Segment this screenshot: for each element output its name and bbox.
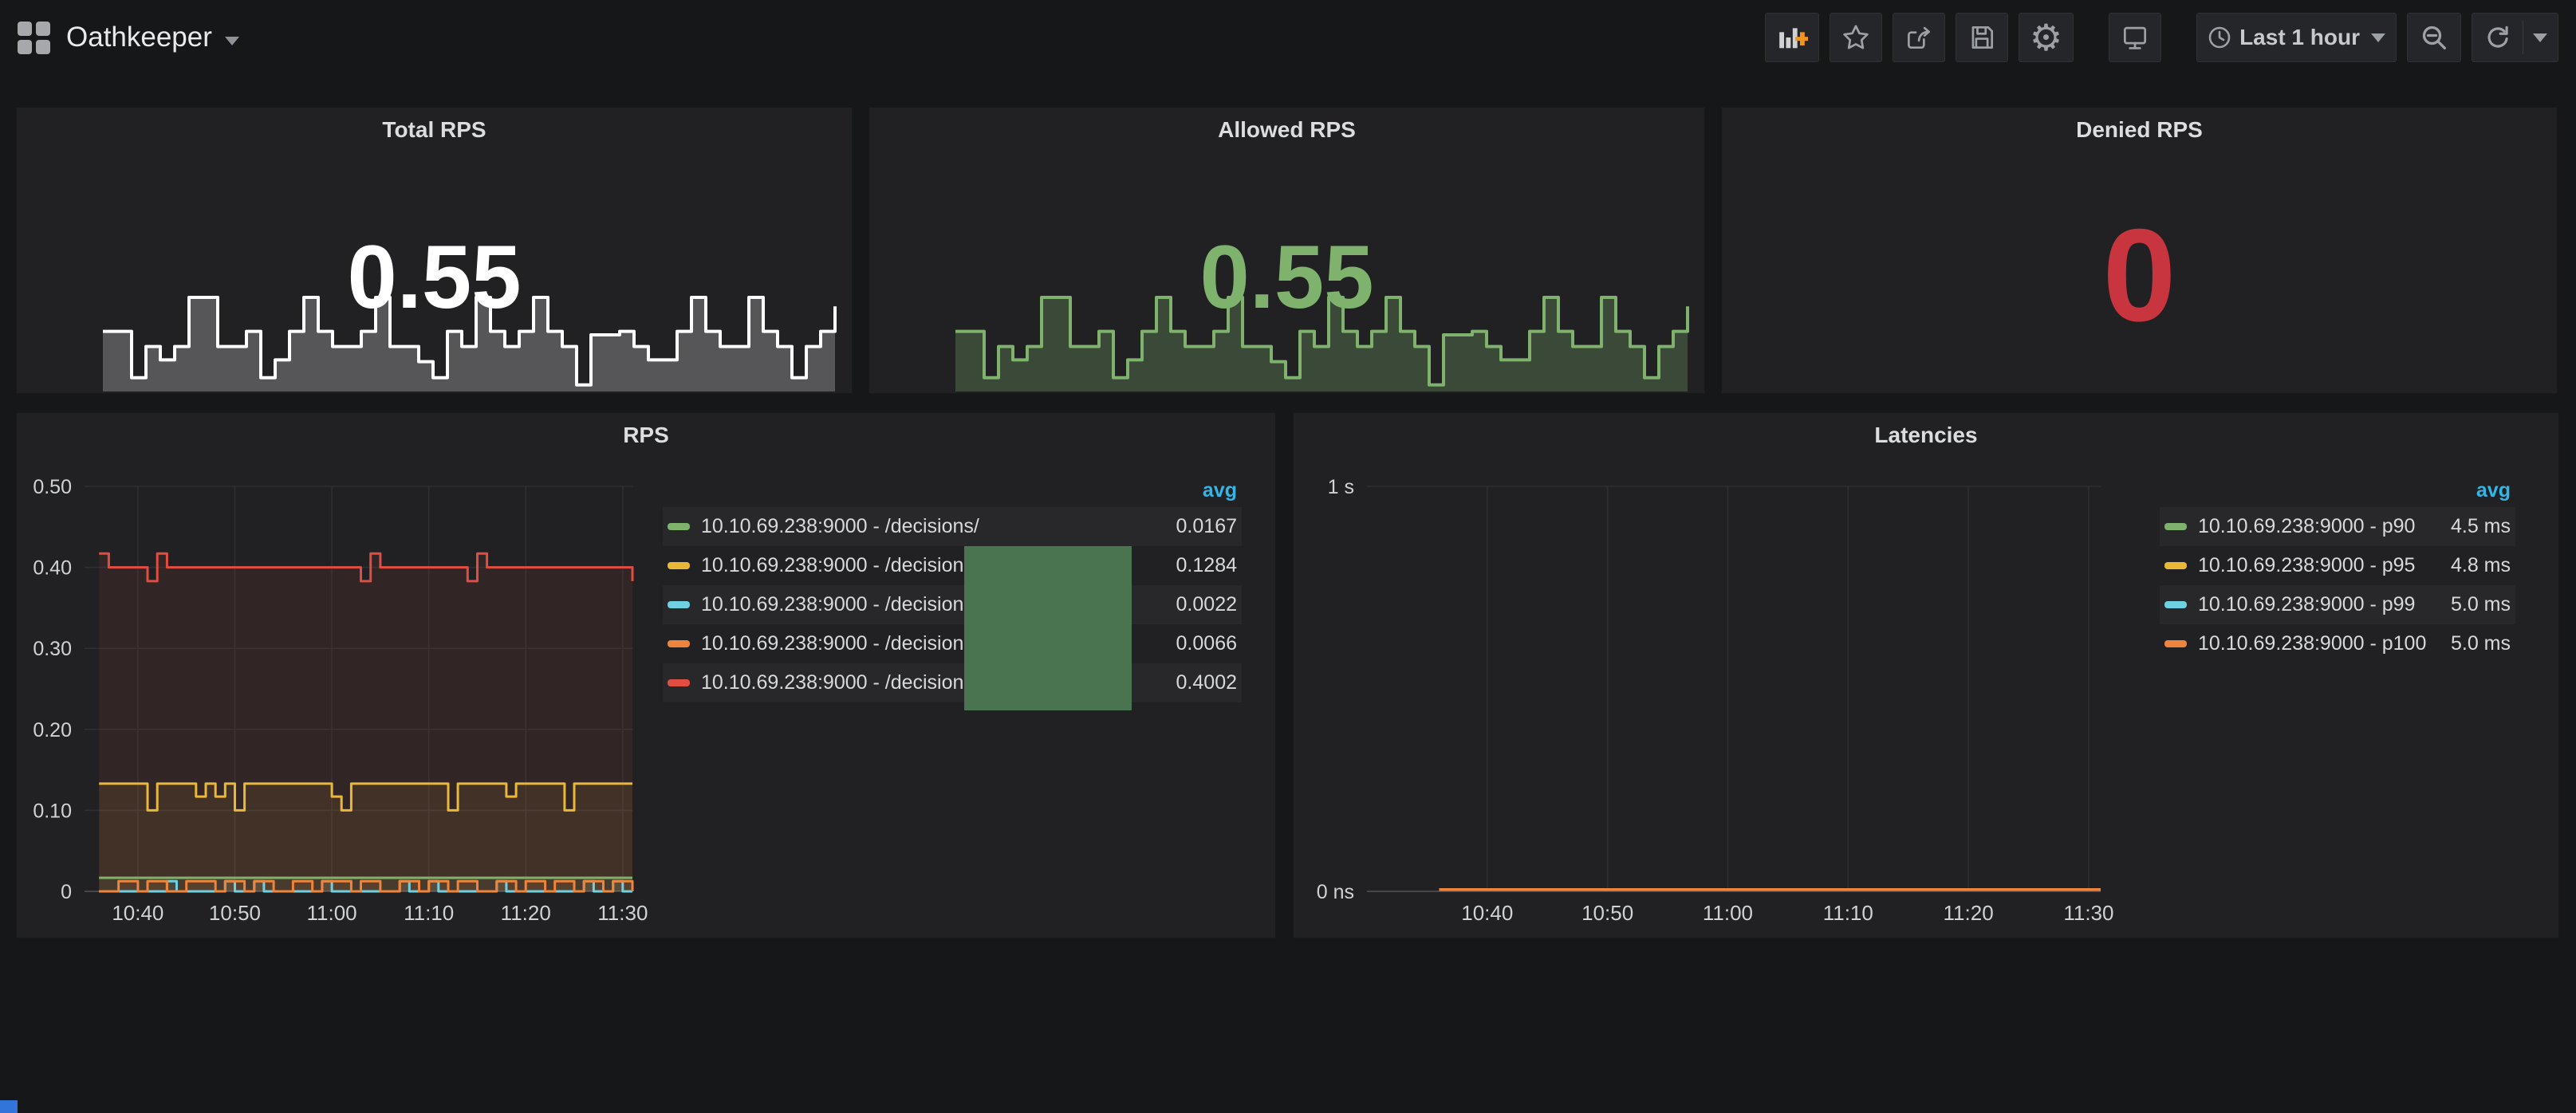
svg-text:11:10: 11:10 [1823,901,1873,925]
panel-title[interactable]: Denied RPS [1722,117,2557,143]
legend-row[interactable]: 10.10.69.238:9000 - /decisions/0.4002 [663,663,1242,702]
share-icon [1904,22,1934,53]
legend-row[interactable]: 10.10.69.238:9000 - p90 4.5 ms [2160,507,2515,546]
add-panel-button[interactable] [1765,13,1819,62]
svg-text:1 s: 1 s [1328,476,1354,498]
svg-text:0.50: 0.50 [33,476,72,498]
dashboard-title[interactable]: Oathkeeper [66,22,212,53]
series-color-swatch-icon[interactable] [668,562,690,569]
panel-title[interactable]: Total RPS [17,117,852,143]
svg-text:10:50: 10:50 [1581,901,1633,925]
refresh-interval-caret-icon[interactable] [2533,33,2547,42]
dashboard-title-caret-icon[interactable] [225,37,239,45]
svg-text:0.20: 0.20 [33,719,72,741]
series-color-swatch-icon[interactable] [668,679,690,686]
legend-row[interactable]: 10.10.69.238:9000 - /decisions/0.0066 [663,624,1242,663]
panel-title[interactable]: Latencies [1294,423,2558,448]
series-name[interactable]: 10.10.69.238:9000 - /decisions/ [701,515,1167,538]
series-color-swatch-icon[interactable] [668,640,690,647]
series-avg-value: 4.5 ms [2451,515,2511,538]
navbar: Oathkeeper [0,0,2576,75]
legend-row[interactable]: 10.10.69.238:9000 - /decisions/0.0022 [663,585,1242,624]
rps-legend: avg10.10.69.238:9000 - /decisions/0.0167… [663,474,1242,702]
clock-icon [2208,26,2231,49]
series-name[interactable]: 10.10.69.238:9000 - p99 [2198,593,2441,616]
svg-text:11:10: 11:10 [404,901,454,925]
svg-text:11:30: 11:30 [2063,901,2113,925]
svg-text:11:00: 11:00 [306,901,356,925]
svg-text:0 ns: 0 ns [1317,881,1354,903]
svg-text:10:50: 10:50 [209,901,261,925]
series-avg-value: 0.1284 [1176,554,1237,577]
legend-color-overlay-box [964,546,1132,710]
svg-text:0.30: 0.30 [33,638,72,660]
panel-title[interactable]: Allowed RPS [869,117,1704,143]
cycle-view-monitor-icon [2120,22,2150,53]
svg-text:11:00: 11:00 [1703,901,1753,925]
latencies-legend: avg10.10.69.238:9000 - p904.5 ms10.10.69… [2160,474,2515,663]
series-color-swatch-icon[interactable] [2164,601,2187,608]
series-color-swatch-icon[interactable] [668,523,690,530]
series-avg-value: 4.8 ms [2451,554,2511,577]
save-dashboard-button[interactable] [1956,13,2008,62]
refresh-button[interactable] [2472,13,2558,62]
singlestat-value: 0.55 [17,226,852,328]
svg-text:11:20: 11:20 [501,901,551,925]
settings-gear-icon: ⚙ [2030,19,2062,56]
panel-total-rps: Total RPS 0.55 [16,107,853,394]
panel-allowed-rps: Allowed RPS 0.55 [869,107,1705,394]
time-range-caret-icon [2371,33,2385,42]
svg-text:0.10: 0.10 [33,800,72,822]
series-name[interactable]: 10.10.69.238:9000 - p95 [2198,554,2441,577]
bottom-left-blue-marker [0,1100,18,1113]
dashboard-settings-button[interactable]: ⚙ [2019,13,2074,62]
panel-latencies-graph: Latencies 1 s 0 ns 10:40 10:50 11:00 11:10 11:… [1293,412,2559,938]
dashboards-grid-icon[interactable] [18,22,50,54]
series-avg-value: 0.4002 [1176,671,1237,694]
svg-text:0: 0 [61,881,72,903]
time-range-picker-button[interactable]: Last 1 hour [2196,13,2397,62]
zoom-out-time-button[interactable] [2407,13,2461,62]
share-dashboard-button[interactable] [1893,13,1945,62]
svg-text:10:40: 10:40 [1461,901,1513,925]
dashboard-grid: Total RPS 0.55 Allowed RPS 0.55 Denied R… [0,75,2576,938]
legend-avg-header[interactable]: avg [2160,474,2515,507]
series-color-swatch-icon[interactable] [668,601,690,608]
singlestat-value: 0.55 [869,226,1704,328]
panel-denied-rps: Denied RPS 0 [1721,107,2558,394]
svg-text:10:40: 10:40 [112,901,163,925]
series-name[interactable]: 10.10.69.238:9000 - p100 [2198,632,2441,655]
series-color-swatch-icon[interactable] [2164,562,2187,569]
star-dashboard-button[interactable] [1830,13,1882,62]
save-icon [1967,22,1997,53]
series-avg-value: 5.0 ms [2451,593,2511,616]
svg-text:11:20: 11:20 [1944,901,1994,925]
series-avg-value: 0.0022 [1176,593,1237,616]
series-color-swatch-icon[interactable] [2164,640,2187,647]
singlestat-value: 0 [1722,200,2557,351]
series-color-swatch-icon[interactable] [2164,523,2187,530]
panel-title[interactable]: RPS [17,423,1275,448]
panel-rps-graph: RPS 0.50 0.40 0.30 0.20 0.10 0 10:40 10:50 11:00… [16,412,1276,938]
legend-avg-header[interactable]: avg [663,474,1242,507]
series-avg-value: 0.0066 [1176,632,1237,655]
series-avg-value: 0.0167 [1176,515,1237,538]
legend-row[interactable]: 10.10.69.238:9000 - p95 4.8 ms [2160,546,2515,585]
svg-text:11:30: 11:30 [597,901,648,925]
add-panel-icon [1776,22,1808,53]
svg-text:0.40: 0.40 [33,557,72,580]
time-range-label: Last 1 hour [2239,25,2360,50]
cycle-view-mode-button[interactable] [2109,13,2161,62]
legend-row[interactable]: 10.10.69.238:9000 - /decisions/0.0167 [663,507,1242,546]
series-name[interactable]: 10.10.69.238:9000 - p90 [2198,515,2441,538]
zoom-out-icon [2418,22,2450,53]
star-icon [1841,22,1871,53]
refresh-icon [2483,22,2513,53]
legend-row[interactable]: 10.10.69.238:9000 - p99 5.0 ms [2160,585,2515,624]
legend-row[interactable]: 10.10.69.238:9000 - p100 5.0 ms [2160,624,2515,663]
series-avg-value: 5.0 ms [2451,632,2511,655]
legend-row[interactable]: 10.10.69.238:9000 - /decisions/0.1284 [663,546,1242,585]
